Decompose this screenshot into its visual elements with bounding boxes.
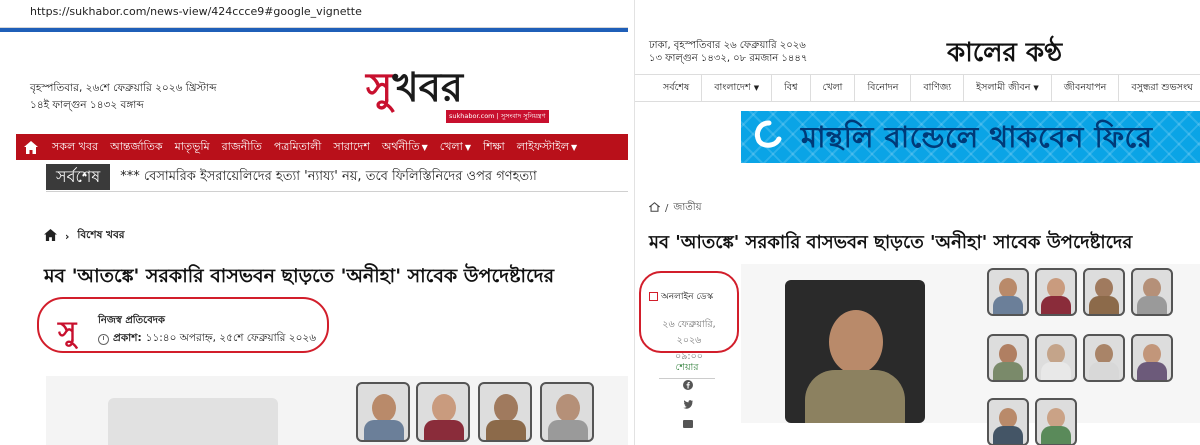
logo-part-khabor: খবর: [392, 64, 463, 111]
kalerkantho-logo[interactable]: কালের কণ্ঠ: [947, 32, 1062, 76]
grameenphone-logo-icon: [754, 120, 782, 148]
nav-item-country[interactable]: সারাদেশ: [327, 138, 375, 157]
nav-item-politics[interactable]: রাজনীতি: [216, 138, 268, 157]
nav-item-economy[interactable]: অর্থনীতি ▼: [376, 138, 434, 157]
nav-item-sports[interactable]: খেলা: [811, 74, 856, 102]
sukhabor-logo[interactable]: সুখবর sukhabor.com | সুসংবাদ সুনিয়ন্ত্র…: [366, 64, 549, 123]
browser-address-bar[interactable]: https://sukhabor.com/news-view/424ccce9#…: [0, 0, 628, 28]
facebook-icon[interactable]: [683, 380, 693, 390]
portrait-thumbnail: [987, 268, 1029, 316]
nav-item-lifestyle-label: লাইফস্টাইল: [516, 139, 569, 153]
publish-info: ২৬ ফেব্রুয়ারি, ২০২৬ ০৯:০০: [649, 317, 729, 365]
nav-item-all-news[interactable]: সকল খবর: [46, 138, 104, 157]
nav-item-education[interactable]: শিক্ষা: [477, 138, 511, 157]
portrait-thumbnail: [416, 382, 470, 442]
nav-item-bangladesh-label: বাংলাদেশ: [714, 82, 751, 93]
article-image: [741, 264, 1200, 445]
nav-item-economy-label: অর্থনীতি: [381, 139, 420, 153]
logo-part-su: সু: [366, 64, 393, 111]
nav-item-international[interactable]: আন্তর্জাতিক: [104, 138, 169, 157]
date-gregorian: বৃহস্পতিবার, ২৬শে ফেব্রুয়ারি ২০২৬ খ্রিস…: [30, 82, 217, 94]
portrait-thumbnail: [987, 334, 1029, 382]
url-text[interactable]: https://sukhabor.com/news-view/424ccce9#…: [30, 5, 362, 18]
portrait-thumbnail: [1083, 334, 1125, 382]
date-bangla: ১৩ ফাল্গুন ১৪৩২, ০৮ রমজান ১৪৪৭: [649, 53, 808, 64]
edit-icon: [649, 292, 658, 301]
portrait-thumbnail: [987, 398, 1029, 445]
share-label: শেয়ার: [659, 361, 715, 379]
author-info: অনলাইন ডেস্ক: [649, 289, 713, 304]
home-icon[interactable]: [16, 134, 46, 160]
author-name: অনলাইন ডেস্ক: [661, 292, 714, 302]
nav-item-sports-label: খেলা: [439, 139, 463, 153]
nav-item-world[interactable]: বিশ্ব: [772, 74, 811, 102]
portrait-thumbnail: [1035, 398, 1077, 445]
portrait-thumbnail: [356, 382, 410, 442]
nav-item-lifestyle[interactable]: লাইফস্টাইল ▼: [511, 138, 583, 157]
nav-item-shuvosangho[interactable]: বসুন্ধরা শুভসংঘ: [1119, 74, 1200, 102]
nav-item-entertainment[interactable]: বিনোদন: [855, 74, 912, 102]
chevron-right-icon: ›: [65, 230, 70, 243]
chevron-down-icon: ▼: [571, 142, 578, 152]
nav-item-lifestyle[interactable]: জীবনযাপন: [1052, 74, 1120, 102]
home-icon[interactable]: [648, 202, 661, 215]
chevron-down-icon: ▼: [464, 142, 471, 152]
breadcrumb-category[interactable]: জাতীয়: [673, 200, 701, 217]
breaking-ticker: সর্বশেষ *** বেসামরিক ইসরায়েলিদের হত্যা …: [46, 164, 628, 190]
article-headline: মব 'আতঙ্কে' সরকারি বাসভবন ছাড়তে 'অনীহা'…: [649, 232, 1133, 253]
kalerkantho-screenshot: ঢাকা, বৃহস্পতিবার ২৬ ফেব্রুয়ারি ২০২৬ ১৩…: [634, 0, 1200, 445]
breadcrumb: / জাতীয়: [648, 200, 701, 217]
article-headline: মব 'আতঙ্কে' সরকারি বাসভবন ছাড়তে 'অনীহা'…: [44, 265, 555, 287]
breadcrumb: › বিশেষ খবর: [44, 228, 125, 245]
nav-item-motherland[interactable]: মাতৃভূমি: [169, 138, 216, 157]
clock-icon: [98, 334, 109, 345]
author-name: নিজস্ব প্রতিবেদক: [98, 315, 166, 326]
ad-banner[interactable]: মান্থলি বান্ডেলে থাকবেন ফিরে: [741, 111, 1200, 163]
author-logo: সু: [58, 315, 77, 348]
nav-item-bangladesh[interactable]: বাংলাদেশ ▼: [702, 74, 773, 102]
logo-tagline: sukhabor.com | সুসংবাদ সুনিয়ন্ত্রণ: [446, 110, 549, 123]
browser-divider: [0, 28, 628, 32]
portrait-thumbnail: [1131, 268, 1173, 316]
portrait-thumbnail: [1083, 268, 1125, 316]
date-gregorian: ঢাকা, বৃহস্পতিবার ২৬ ফেব্রুয়ারি ২০২৬: [649, 40, 806, 51]
sukhabor-screenshot: https://sukhabor.com/news-view/424ccce9#…: [0, 0, 628, 445]
share-icon[interactable]: [683, 420, 693, 430]
home-icon[interactable]: [44, 229, 57, 244]
ticker-underline: [46, 191, 628, 192]
portrait-thumbnail: [1035, 334, 1077, 382]
chevron-down-icon: ▼: [753, 84, 760, 92]
publish-date: ২৬ ফেব্রুয়ারি, ২০২৬: [662, 319, 716, 346]
portrait-thumbnail: [1131, 334, 1173, 382]
chevron-down-icon: ▼: [421, 142, 428, 152]
nav-item-islamic-life-label: ইসলামী জীবন: [976, 82, 1031, 93]
main-nav: সর্বশেষ বাংলাদেশ ▼ বিশ্ব খেলা বিনোদন বাণ…: [635, 74, 1200, 102]
nav-item-business[interactable]: বাণিজ্য: [911, 74, 965, 102]
main-nav: সকল খবর আন্তর্জাতিক মাতৃভূমি রাজনীতি পত্…: [16, 134, 628, 160]
breadcrumb-category[interactable]: বিশেষ খবর: [77, 228, 124, 245]
publish-info: প্রকাশ: ১১:৪০ অপরাহ্ন, ২৫শে ফেব্রুয়ারি …: [98, 331, 316, 348]
date-bangla: ১৪ই ফাল্গুন ১৪৩২ বঙ্গাব্দ: [30, 99, 144, 111]
twitter-icon[interactable]: [683, 400, 693, 410]
breadcrumb-separator: /: [665, 203, 669, 214]
article-image: [46, 376, 628, 445]
ticker-text[interactable]: *** বেসামরিক ইসরায়েলিদের হত্যা 'ন্যায্য…: [110, 167, 537, 188]
main-photo: [108, 398, 278, 445]
publish-label: প্রকাশ:: [113, 332, 142, 344]
publish-time: ১১:৪০ অপরাহ্ন, ২৫শে ফেব্রুয়ারি ২০২৬: [145, 332, 317, 344]
nav-item-penpal[interactable]: পত্রমিতালী: [268, 138, 328, 157]
portrait-thumbnail: [478, 382, 532, 442]
date-block: বৃহস্পতিবার, ২৬শে ফেব্রুয়ারি ২০২৬ খ্রিস…: [30, 80, 217, 114]
date-block: ঢাকা, বৃহস্পতিবার ২৬ ফেব্রুয়ারি ২০২৬ ১৩…: [649, 39, 807, 65]
chevron-down-icon: ▼: [1033, 84, 1039, 92]
portrait-thumbnail: [540, 382, 594, 442]
portrait-thumbnail: [1035, 268, 1077, 316]
banner-text: মান্থলি বান্ডেলে থাকবেন ফিরে: [801, 120, 1153, 154]
nav-item-latest[interactable]: সর্বশেষ: [635, 74, 703, 102]
main-photo: [785, 280, 925, 423]
ticker-label: সর্বশেষ: [46, 164, 111, 190]
nav-item-islamic-life[interactable]: ইসলামী জীবন ▼: [964, 74, 1052, 102]
nav-item-sports[interactable]: খেলা ▼: [434, 138, 477, 157]
